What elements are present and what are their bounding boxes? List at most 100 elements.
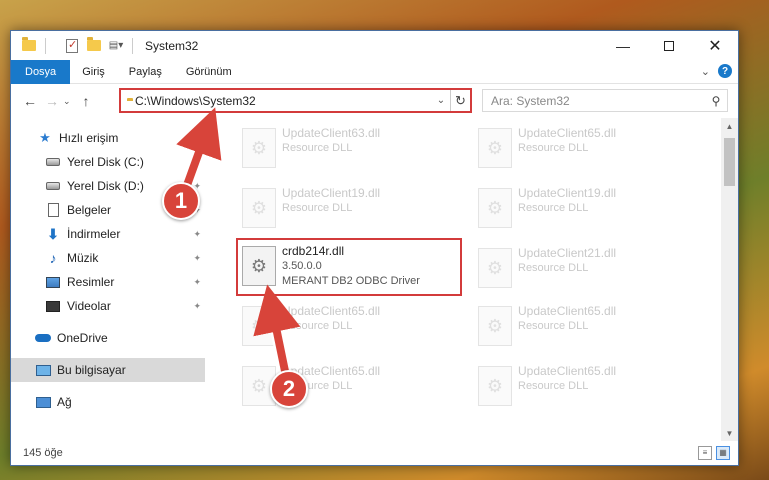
- up-button[interactable]: ↑: [75, 90, 97, 112]
- file-name: UpdateClient63.dll: [282, 126, 381, 140]
- scroll-down-icon[interactable]: ▼: [721, 425, 738, 442]
- sidebar-item-quick-access[interactable]: ★ Hızlı erişim: [11, 126, 205, 150]
- file-name: UpdateClient21.dll: [518, 246, 617, 260]
- window-title: System32: [145, 38, 199, 53]
- dll-file-icon: ⚙: [478, 128, 512, 168]
- sidebar-item-label: Müzik: [67, 251, 99, 265]
- sidebar-item-label: Resimler: [67, 275, 115, 289]
- step-badge-1: 1: [162, 182, 200, 220]
- expand-ribbon-icon[interactable]: ⌄: [701, 65, 710, 78]
- file-description: Resource DLL: [518, 320, 589, 332]
- sidebar-item-label: Bu bilgisayar: [57, 363, 126, 377]
- file-description: Resource DLL: [518, 142, 589, 154]
- pin-icon[interactable]: ✦: [193, 277, 201, 288]
- properties-icon[interactable]: [64, 38, 80, 54]
- file-description: Resource DLL: [282, 142, 353, 154]
- pictures-icon: [45, 275, 61, 289]
- file-item[interactable]: ⚙ UpdateClient19.dll Resource DLL: [474, 182, 700, 236]
- close-button[interactable]: ✕: [692, 31, 738, 60]
- sidebar-item-label: Videolar: [67, 299, 111, 313]
- address-path[interactable]: C:\Windows\System32: [135, 94, 432, 108]
- recent-locations-icon[interactable]: ⌄: [63, 96, 75, 107]
- toolbar-divider: [45, 37, 46, 54]
- sidebar-item-pictures[interactable]: Resimler ✦: [11, 270, 205, 294]
- dll-file-icon: ⚙: [242, 246, 276, 286]
- sidebar-item-videos[interactable]: Videolar ✦: [11, 294, 205, 318]
- disk-icon: [45, 179, 61, 193]
- help-icon[interactable]: ?: [718, 64, 732, 78]
- dll-file-icon: ⚙: [478, 248, 512, 288]
- dll-file-icon: ⚙: [478, 366, 512, 406]
- sidebar-item-label: Belgeler: [67, 203, 112, 217]
- scroll-up-icon[interactable]: ▲: [721, 118, 738, 135]
- file-item[interactable]: ⚙ UpdateClient65.dll Resource DLL: [238, 300, 464, 354]
- forward-button[interactable]: →: [41, 90, 63, 112]
- file-description: Resource DLL: [518, 202, 589, 214]
- ribbon: Dosya Giriş Paylaş Görünüm ⌄ ?: [11, 59, 738, 84]
- disk-icon: [45, 155, 61, 169]
- title-bar: ▤▾ System32 — ✕: [11, 31, 738, 60]
- tiles-view-icon[interactable]: ▦: [716, 446, 730, 460]
- sidebar-item-music[interactable]: ♪ Müzik ✦: [11, 246, 205, 270]
- dll-file-icon: ⚙: [242, 128, 276, 168]
- pin-icon[interactable]: ✦: [193, 229, 201, 240]
- file-name: UpdateClient19.dll: [282, 186, 381, 200]
- file-item[interactable]: ⚙ UpdateClient65.dll Resource DLL: [474, 360, 700, 414]
- sidebar-item-downloads[interactable]: ⬇ İndirmeler ✦: [11, 222, 205, 246]
- search-input[interactable]: Ara: System32 ⚲: [482, 89, 728, 112]
- address-dropdown-icon[interactable]: ⌄: [432, 95, 450, 106]
- pin-icon[interactable]: ✦: [193, 253, 201, 264]
- pin-icon[interactable]: ✦: [193, 301, 201, 312]
- item-count: 145 öğe: [23, 447, 63, 459]
- address-row: ← → ⌄ ↑ C:\Windows\System32 ⌄ ↻ Ara: Sys…: [11, 84, 738, 118]
- file-description: Resource DLL: [282, 202, 353, 214]
- file-name: UpdateClient65.dll: [282, 304, 381, 318]
- file-item-crdb214r[interactable]: ⚙ crdb214r.dll 3.50.0.0 MERANT DB2 ODBC Dr…: [236, 238, 462, 296]
- dll-file-icon: ⚙: [478, 188, 512, 228]
- dll-file-icon: ⚙: [242, 306, 276, 346]
- file-description: MERANT DB2 ODBC Driver: [282, 275, 420, 287]
- new-folder-icon[interactable]: [86, 37, 102, 54]
- sidebar-item-disk-c[interactable]: Yerel Disk (C:) ✦: [11, 150, 205, 174]
- minimize-button[interactable]: —: [600, 31, 646, 60]
- address-bar[interactable]: C:\Windows\System32 ⌄ ↻: [119, 88, 472, 113]
- file-description: Resource DLL: [518, 262, 589, 274]
- scroll-thumb[interactable]: [724, 138, 735, 186]
- network-icon: [35, 395, 51, 409]
- star-icon: ★: [39, 130, 51, 145]
- step-badge-2: 2: [270, 370, 308, 408]
- file-name: UpdateClient65.dll: [518, 364, 617, 378]
- sidebar-item-onedrive[interactable]: OneDrive: [11, 326, 205, 350]
- tab-view[interactable]: Görünüm: [174, 60, 244, 84]
- tab-home[interactable]: Giriş: [70, 60, 117, 84]
- search-placeholder: Ara: System32: [491, 93, 570, 108]
- sidebar-item-network[interactable]: Ağ: [11, 390, 205, 414]
- file-name: UpdateClient65.dll: [518, 126, 617, 140]
- vertical-scrollbar[interactable]: ▲ ▼: [721, 118, 738, 442]
- maximize-button[interactable]: [646, 31, 692, 60]
- details-view-icon[interactable]: ≡: [698, 446, 712, 460]
- file-item[interactable]: ⚙ UpdateClient21.dll Resource DLL: [474, 242, 700, 296]
- file-item[interactable]: ⚙ UpdateClient19.dll Resource DLL: [238, 182, 464, 236]
- sidebar-item-this-pc[interactable]: Bu bilgisayar: [11, 358, 205, 382]
- search-icon[interactable]: ⚲: [705, 94, 727, 108]
- tab-file[interactable]: Dosya: [11, 59, 71, 84]
- file-item[interactable]: ⚙ UpdateClient63.dll Resource DLL: [238, 122, 464, 176]
- sidebar-item-label: İndirmeler: [67, 227, 121, 241]
- title-divider: [132, 37, 133, 54]
- sidebar-item-label: Ağ: [57, 395, 72, 409]
- sidebar-item-label: Hızlı erişim: [59, 131, 119, 145]
- file-description: Resource DLL: [518, 380, 589, 392]
- videos-icon: [45, 299, 61, 313]
- customize-toolbar-icon[interactable]: ▤▾: [108, 38, 124, 54]
- folder-icon: [21, 37, 37, 54]
- pin-icon[interactable]: ✦: [193, 157, 201, 168]
- file-item[interactable]: ⚙ UpdateClient65.dll Resource DLL: [474, 300, 700, 354]
- back-button[interactable]: ←: [19, 90, 41, 112]
- file-name: UpdateClient19.dll: [518, 186, 617, 200]
- dll-file-icon: ⚙: [478, 306, 512, 346]
- document-icon: [45, 203, 61, 217]
- tab-share[interactable]: Paylaş: [117, 60, 174, 84]
- file-item[interactable]: ⚙ UpdateClient65.dll Resource DLL: [474, 122, 700, 176]
- refresh-icon[interactable]: ↻: [450, 90, 470, 111]
